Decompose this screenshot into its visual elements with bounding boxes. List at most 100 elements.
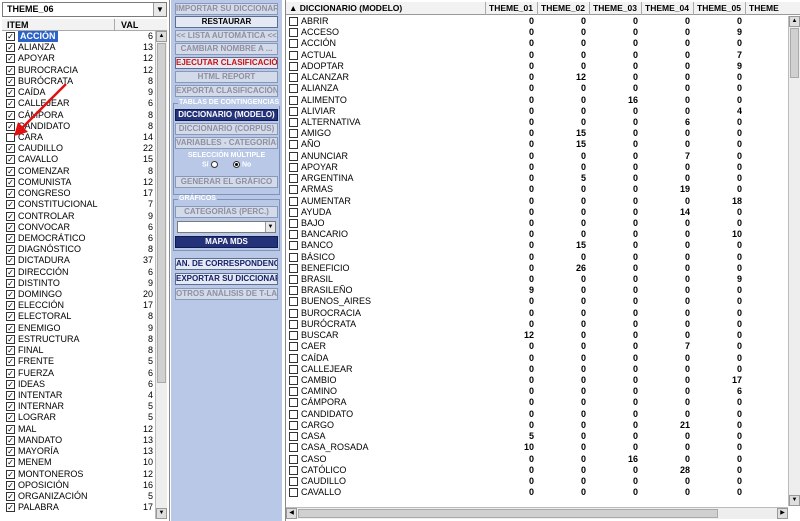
item-checkbox[interactable]: ✓ — [6, 32, 15, 41]
list-item[interactable]: CARA 14 — [4, 132, 153, 143]
table-row[interactable]: BUENOS_AIRES 0 0 0 0 0 — [286, 296, 786, 307]
list-item[interactable]: ✓ CALLEJEAR 6 — [4, 98, 153, 109]
table-row[interactable]: CAVALLO 0 0 0 0 0 — [286, 487, 786, 498]
item-checkbox[interactable]: ✓ — [6, 323, 15, 333]
item-checkbox[interactable]: ✓ — [6, 99, 15, 109]
item-checkbox[interactable]: ✓ — [6, 368, 15, 378]
row-checkbox[interactable] — [289, 454, 298, 464]
table-row[interactable]: ANUNCIAR 0 0 0 7 0 — [286, 151, 786, 162]
row-checkbox[interactable] — [289, 61, 298, 71]
scroll-thumb[interactable] — [157, 43, 166, 383]
row-checkbox[interactable] — [289, 297, 298, 307]
list-item[interactable]: ✓ DEMOCRÁTICO 6 — [4, 233, 153, 244]
row-checkbox[interactable] — [289, 218, 298, 228]
html-report-button[interactable]: HTML REPORT — [175, 71, 278, 83]
item-checkbox[interactable]: ✓ — [6, 76, 15, 86]
list-item[interactable]: ✓ FUERZA 6 — [4, 368, 153, 379]
col-theme01-header[interactable]: THEME_01 — [486, 2, 538, 15]
col-item-header[interactable]: ITEM — [7, 20, 29, 30]
row-checkbox[interactable] — [289, 207, 298, 217]
item-checkbox[interactable]: ✓ — [6, 144, 15, 154]
list-item[interactable]: ✓ COMENZAR 8 — [4, 166, 153, 177]
export-dictionary-button[interactable]: EXPORTAR SU DICCIONARIO — [175, 273, 278, 285]
table-row[interactable]: CANDIDATO 0 0 0 0 0 — [286, 409, 786, 420]
table-row[interactable]: ACCESO 0 0 0 0 9 — [286, 27, 786, 38]
generate-chart-button[interactable]: GENERAR EL GRÁFICO — [175, 176, 278, 188]
item-checkbox[interactable]: ✓ — [6, 424, 15, 434]
row-checkbox[interactable] — [289, 84, 298, 94]
item-checkbox[interactable]: ✓ — [6, 200, 15, 210]
list-item[interactable]: ✓ LOGRAR 5 — [4, 412, 153, 423]
list-item[interactable]: ✓ DISTINTO 9 — [4, 278, 153, 289]
row-checkbox[interactable] — [289, 398, 298, 408]
export-classification-button[interactable]: EXPORTA CLASIFICACIÓN — [175, 85, 278, 97]
row-checkbox[interactable] — [289, 95, 298, 105]
item-checkbox[interactable]: ✓ — [6, 402, 15, 412]
item-checkbox[interactable]: ✓ — [6, 121, 15, 131]
scroll-thumb[interactable] — [790, 28, 799, 78]
list-item[interactable]: ✓ CANDIDATO 8 — [4, 121, 153, 132]
row-checkbox[interactable] — [289, 488, 298, 498]
list-item[interactable]: ✓ ENEMIGO 9 — [4, 323, 153, 334]
list-item[interactable]: ✓ PALABRA 17 — [4, 502, 153, 513]
col-theme04-header[interactable]: THEME_04 — [642, 2, 694, 15]
item-checkbox[interactable]: ✓ — [6, 177, 15, 187]
row-checkbox[interactable] — [289, 151, 298, 161]
list-item[interactable]: ✓ INTENTAR 4 — [4, 390, 153, 401]
row-checkbox[interactable] — [289, 420, 298, 430]
scroll-up-icon[interactable]: ▲ — [156, 31, 167, 42]
table-row[interactable]: AUMENTAR 0 0 0 0 18 — [286, 196, 786, 207]
list-item[interactable]: ✓ ESTRUCTURA 8 — [4, 334, 153, 345]
restore-button[interactable]: RESTAURAR — [175, 16, 278, 28]
table-row[interactable]: BÁSICO 0 0 0 0 0 — [286, 252, 786, 263]
dictionary-model-button[interactable]: DICCIONARIO (MODELO) — [175, 109, 278, 121]
list-item[interactable]: ✓ DICTADURA 37 — [4, 255, 153, 266]
other-analyses-button[interactable]: OTROS ANÁLISIS DE T-LAB — [175, 288, 278, 300]
variables-categories-button[interactable]: VARIABLES - CATEGORÍAS — [175, 137, 278, 149]
table-row[interactable]: AÑO 0 15 0 0 0 — [286, 139, 786, 150]
item-checkbox[interactable]: ✓ — [6, 413, 15, 423]
row-checkbox[interactable] — [289, 353, 298, 363]
table-row[interactable]: ALIVIAR 0 0 0 0 4 — [286, 106, 786, 117]
list-item[interactable]: ✓ ELECTORAL 8 — [4, 311, 153, 322]
list-item[interactable]: ✓ CONTROLAR 9 — [4, 211, 153, 222]
item-checkbox[interactable]: ✓ — [6, 166, 15, 176]
list-item[interactable]: ✓ MAYORÍA 13 — [4, 446, 153, 457]
table-row[interactable]: BRASIL 0 0 0 0 9 — [286, 274, 786, 285]
row-checkbox[interactable] — [289, 308, 298, 318]
list-item[interactable]: ✓ DIRECCIÓN 6 — [4, 267, 153, 278]
item-checkbox[interactable]: ✓ — [6, 88, 15, 98]
table-row[interactable]: BRASILEÑO 9 0 0 0 0 — [286, 285, 786, 296]
row-checkbox[interactable] — [289, 117, 298, 127]
row-checkbox[interactable] — [289, 364, 298, 374]
col-val-header[interactable]: VAL — [121, 20, 138, 30]
table-row[interactable]: ALIMENTO 0 0 16 0 0 — [286, 95, 786, 106]
list-item[interactable]: ✓ DIAGNÓSTICO 8 — [4, 244, 153, 255]
item-checkbox[interactable]: ✓ — [6, 189, 15, 199]
row-checkbox[interactable] — [289, 409, 298, 419]
table-row[interactable]: ARGENTINA 0 5 0 0 0 — [286, 173, 786, 184]
list-item[interactable]: ✓ CONSTITUCIONAL 7 — [4, 199, 153, 210]
item-checkbox[interactable]: ✓ — [6, 435, 15, 445]
list-item[interactable]: ✓ MAL 12 — [4, 424, 153, 435]
categories-perc-button[interactable]: CATEGORÍAS (PERC.) — [175, 206, 278, 218]
table-row[interactable]: ALIANZA 0 0 0 0 0 — [286, 83, 786, 94]
row-checkbox[interactable] — [289, 129, 298, 139]
rename-button[interactable]: CAMBIAR NOMBRE A ... — [175, 43, 278, 55]
item-checkbox[interactable]: ✓ — [6, 245, 15, 255]
item-checkbox[interactable]: ✓ — [6, 491, 15, 501]
table-row[interactable]: AYUDA 0 0 0 14 0 — [286, 207, 786, 218]
list-item[interactable]: ✓ MANDATO 13 — [4, 435, 153, 446]
item-checkbox[interactable]: ✓ — [6, 233, 15, 243]
row-checkbox[interactable] — [289, 39, 298, 49]
list-item[interactable]: ✓ MONTONEROS 12 — [4, 469, 153, 480]
item-checkbox[interactable]: ✓ — [6, 301, 15, 311]
item-checkbox[interactable]: ✓ — [6, 290, 15, 300]
row-checkbox[interactable] — [289, 319, 298, 329]
scroll-left-icon[interactable]: ◀ — [286, 508, 297, 519]
row-checkbox[interactable] — [289, 185, 298, 195]
table-row[interactable]: BUROCRACIA 0 0 0 0 0 — [286, 308, 786, 319]
table-row[interactable]: CASO 0 0 16 0 0 — [286, 454, 786, 465]
row-checkbox[interactable] — [289, 331, 298, 341]
item-checkbox[interactable]: ✓ — [6, 211, 15, 221]
